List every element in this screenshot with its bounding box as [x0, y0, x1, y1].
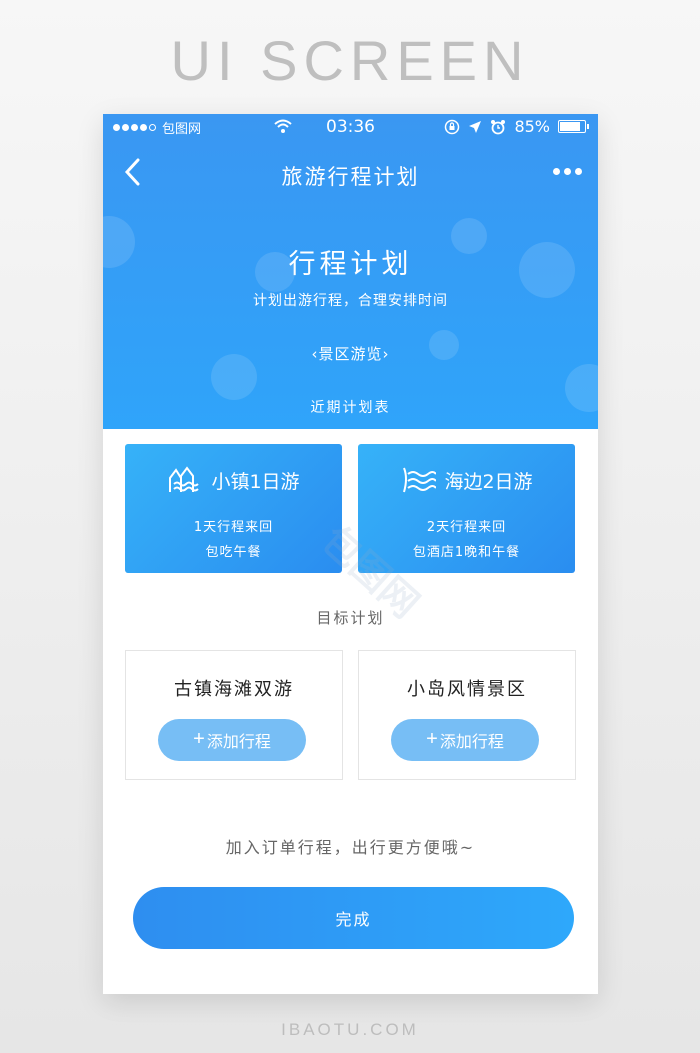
trip-detail-1: 2天行程来回	[426, 520, 507, 535]
plus-icon: +	[426, 727, 438, 750]
scenic-tour-selector[interactable]: ‹景区游览›	[103, 343, 598, 364]
lock-rotation-icon	[445, 119, 460, 134]
trip-card-town[interactable]: 小镇1日游 1天行程来回 包吃午餐	[125, 444, 342, 573]
target-plan-label: 目标计划	[316, 609, 385, 627]
page-title: 旅游行程计划	[281, 165, 420, 189]
hint-text: 加入订单行程，出行更方便哦~	[225, 838, 476, 857]
location-icon	[469, 120, 482, 133]
recent-plans-label: 近期计划表	[310, 400, 391, 416]
add-itinerary-label: 添加行程	[206, 734, 271, 751]
trip-detail-2: 包吃午餐	[205, 545, 262, 560]
goal-card: 小岛风情景区 + 添加行程	[358, 650, 576, 780]
done-button[interactable]: 完成	[133, 887, 574, 949]
plus-icon: +	[193, 727, 205, 750]
nav-bar: 旅游行程计划	[103, 154, 598, 194]
status-bar: 包图网 03:36 85%	[103, 114, 598, 142]
goal-name: 古镇海滩双游	[174, 679, 294, 700]
town-icon	[169, 466, 200, 492]
more-dots-icon	[553, 168, 560, 175]
hero-title: 行程计划	[288, 249, 413, 280]
goal-card: 古镇海滩双游 + 添加行程	[125, 650, 343, 780]
hero-subtitle: 计划出游行程，合理安排时间	[253, 293, 448, 309]
phone-screen: 包图网 03:36 85% 旅游行程计划 行程计划 计划出游行程，合理安排时间 …	[103, 114, 598, 994]
add-itinerary-label: 添加行程	[439, 734, 504, 751]
scenic-label: 景区游览	[318, 345, 383, 363]
chevron-right-icon[interactable]: ›	[383, 345, 390, 363]
wave-icon	[403, 467, 437, 493]
footer-brand: IBAOTU.COM	[281, 1020, 419, 1039]
battery-icon	[558, 120, 589, 133]
trip-title: 海边2日游	[444, 470, 533, 493]
trip-card-seaside[interactable]: 海边2日游 2天行程来回 包酒店1晚和午餐	[358, 444, 575, 573]
add-itinerary-button[interactable]: + 添加行程	[391, 719, 539, 761]
alarm-icon	[491, 119, 506, 134]
battery-percent: 85%	[514, 117, 550, 136]
add-itinerary-button[interactable]: + 添加行程	[158, 719, 306, 761]
showcase-title: UI SCREEN	[170, 29, 530, 92]
more-button[interactable]	[553, 168, 582, 175]
trip-title: 小镇1日游	[211, 470, 300, 493]
trip-detail-2: 包酒店1晚和午餐	[412, 545, 521, 560]
hero-banner: 包图网 03:36 85% 旅游行程计划 行程计划 计划出游行程，合理安排时间 …	[103, 114, 598, 429]
trip-detail-1: 1天行程来回	[193, 520, 274, 535]
goal-name: 小岛风情景区	[407, 679, 527, 700]
